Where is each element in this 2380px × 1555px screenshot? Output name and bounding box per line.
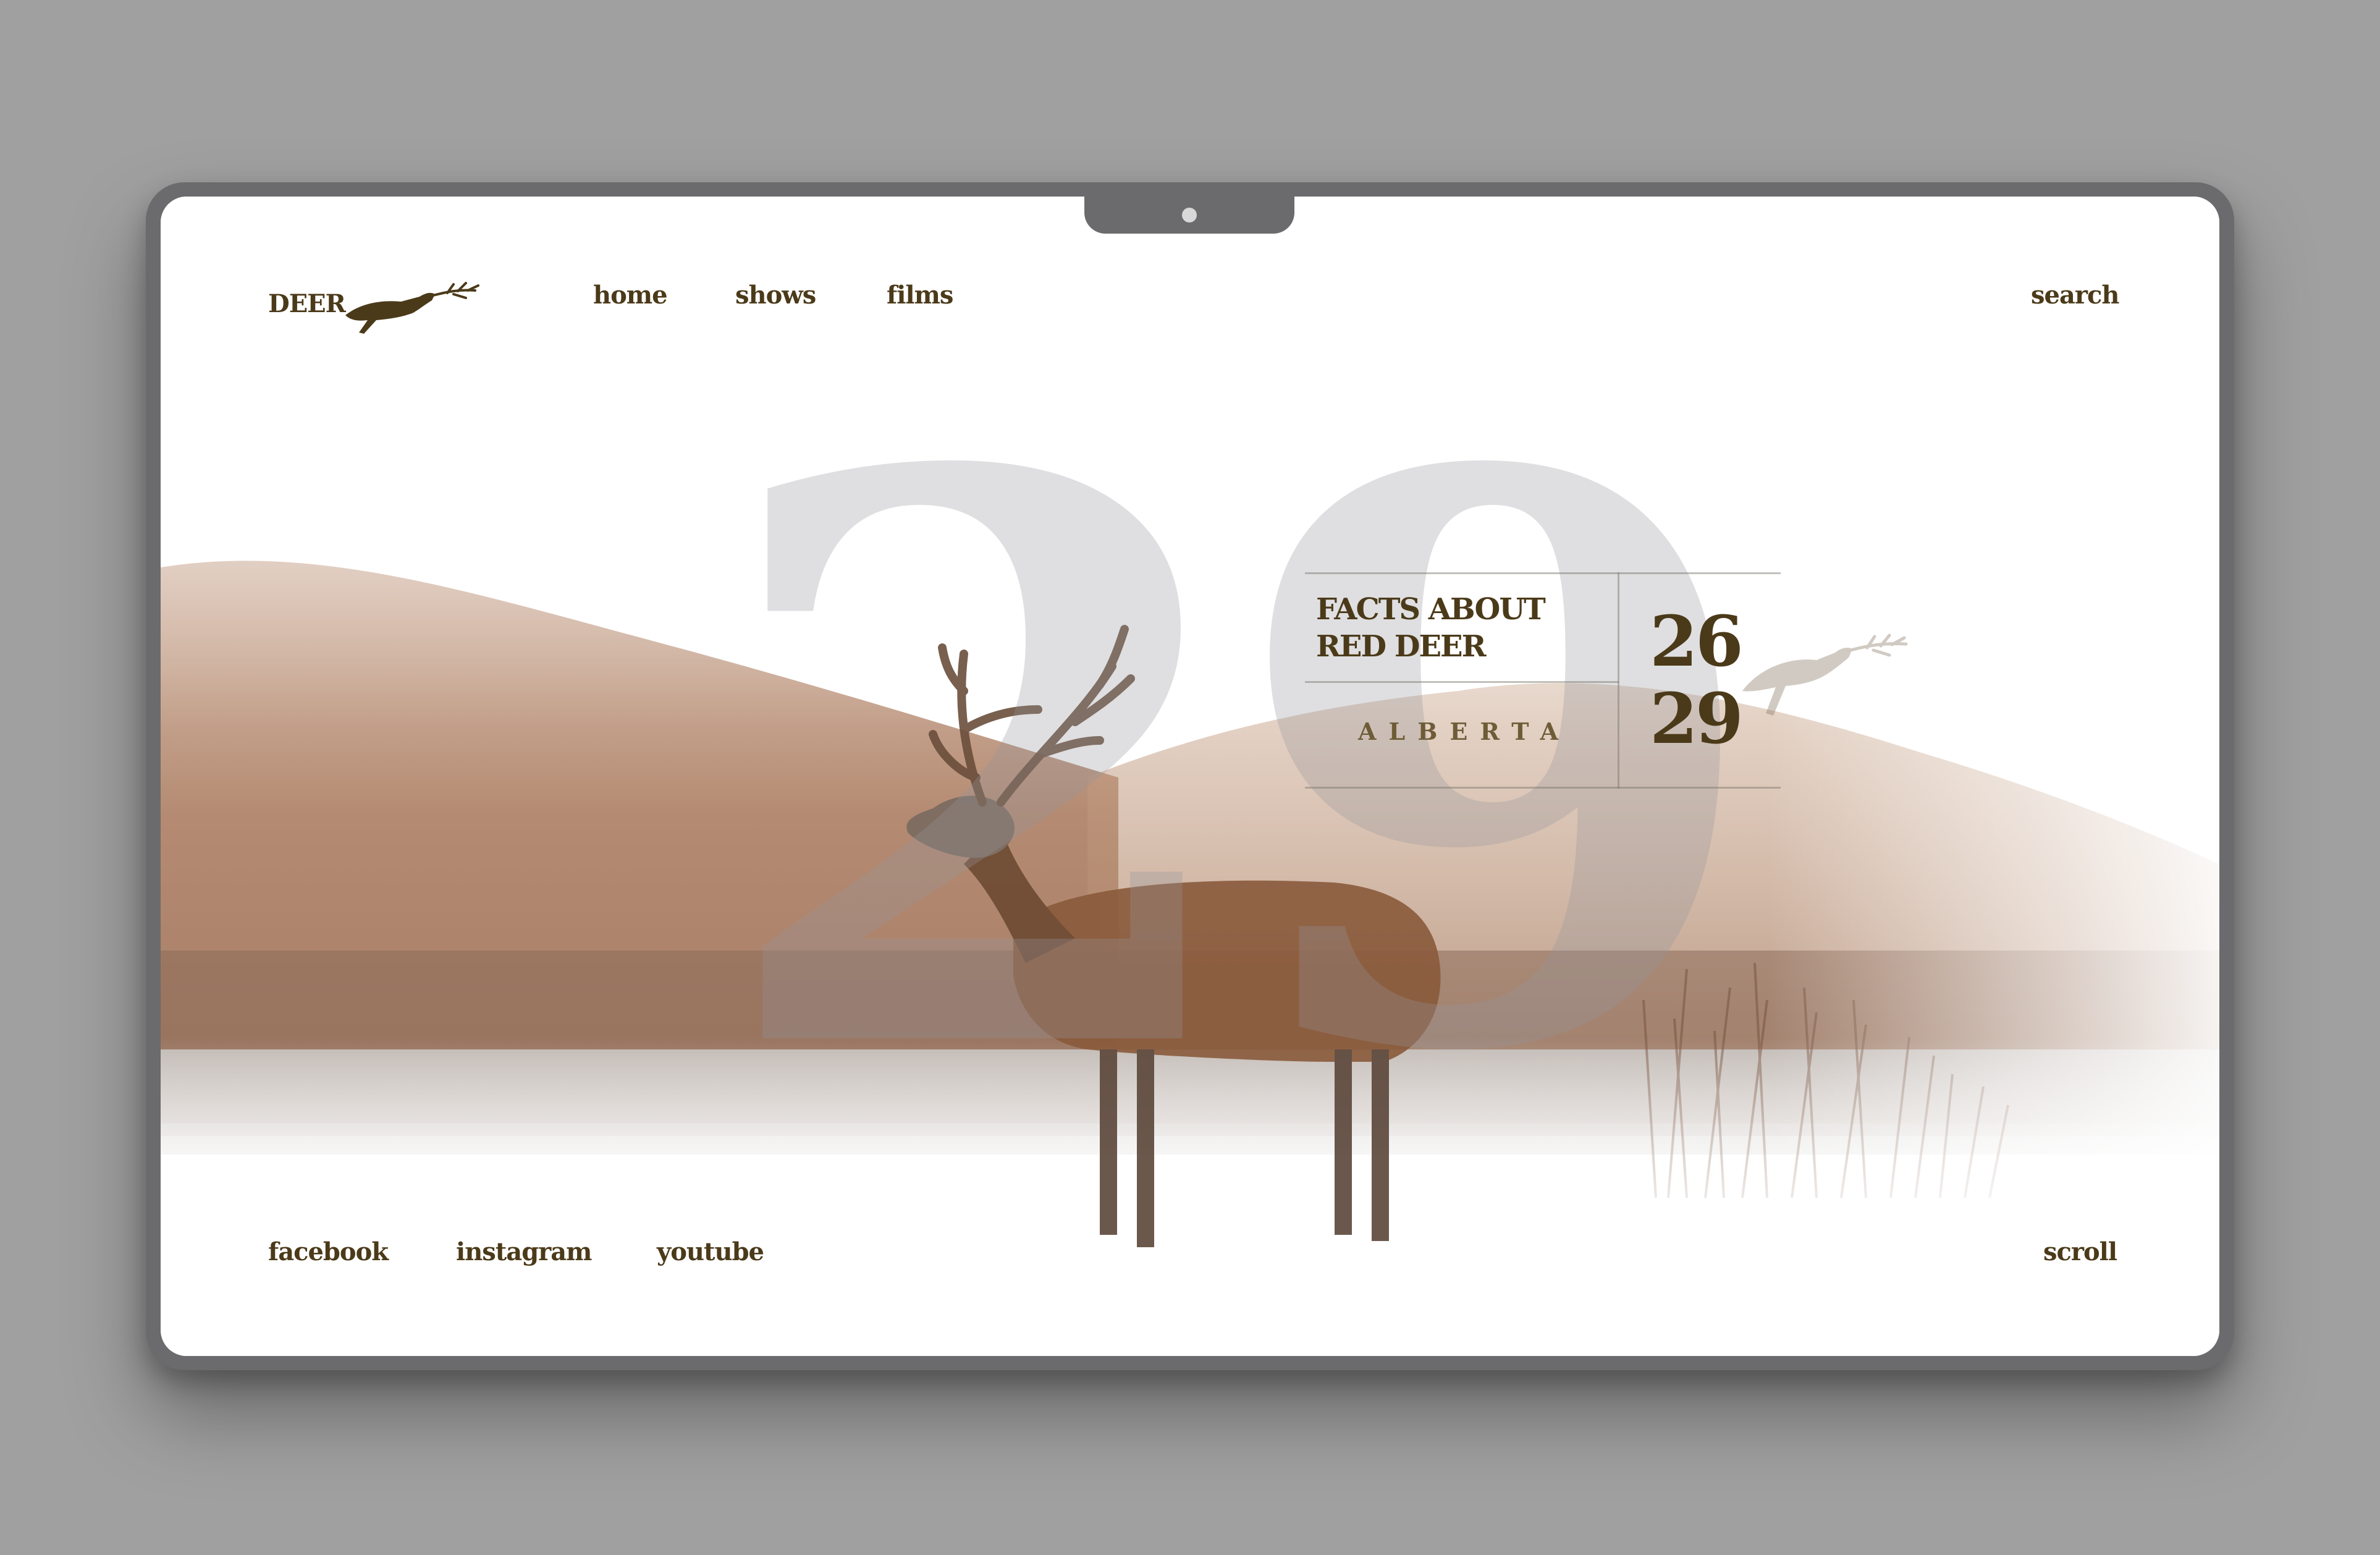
facts-rule-middle [1305,681,1619,683]
faded-deer-logo-icon [1742,633,1908,716]
facts-rule-top [1305,572,1781,574]
social-youtube[interactable]: youtube [657,1237,764,1266]
camera-dot [1182,208,1197,222]
social-facebook[interactable]: facebook [268,1237,389,1266]
facts-location: ALBERTA [1358,718,1571,745]
facts-number-top: 26 [1650,601,1744,682]
nav-shows[interactable]: shows [735,281,816,310]
facts-title: FACTS ABOUT RED DEER [1316,592,1546,664]
website-screen: 29 DEER home shows films search FACTS AB… [161,197,2219,1356]
leaping-deer-logo-icon [345,282,479,334]
facts-rule-divider [1618,572,1619,789]
facts-number-bottom: 29 [1650,679,1744,760]
scroll-link[interactable]: scroll [2043,1237,2117,1266]
nav-home[interactable]: home [593,281,668,310]
nav-films[interactable]: films [887,281,953,310]
search-link[interactable]: search [2031,281,2119,310]
hero-big-number: 29 [711,308,1769,1222]
social-instagram[interactable]: instagram [456,1237,592,1266]
facts-rule-bottom [1305,787,1781,789]
camera-notch [1084,197,1294,234]
